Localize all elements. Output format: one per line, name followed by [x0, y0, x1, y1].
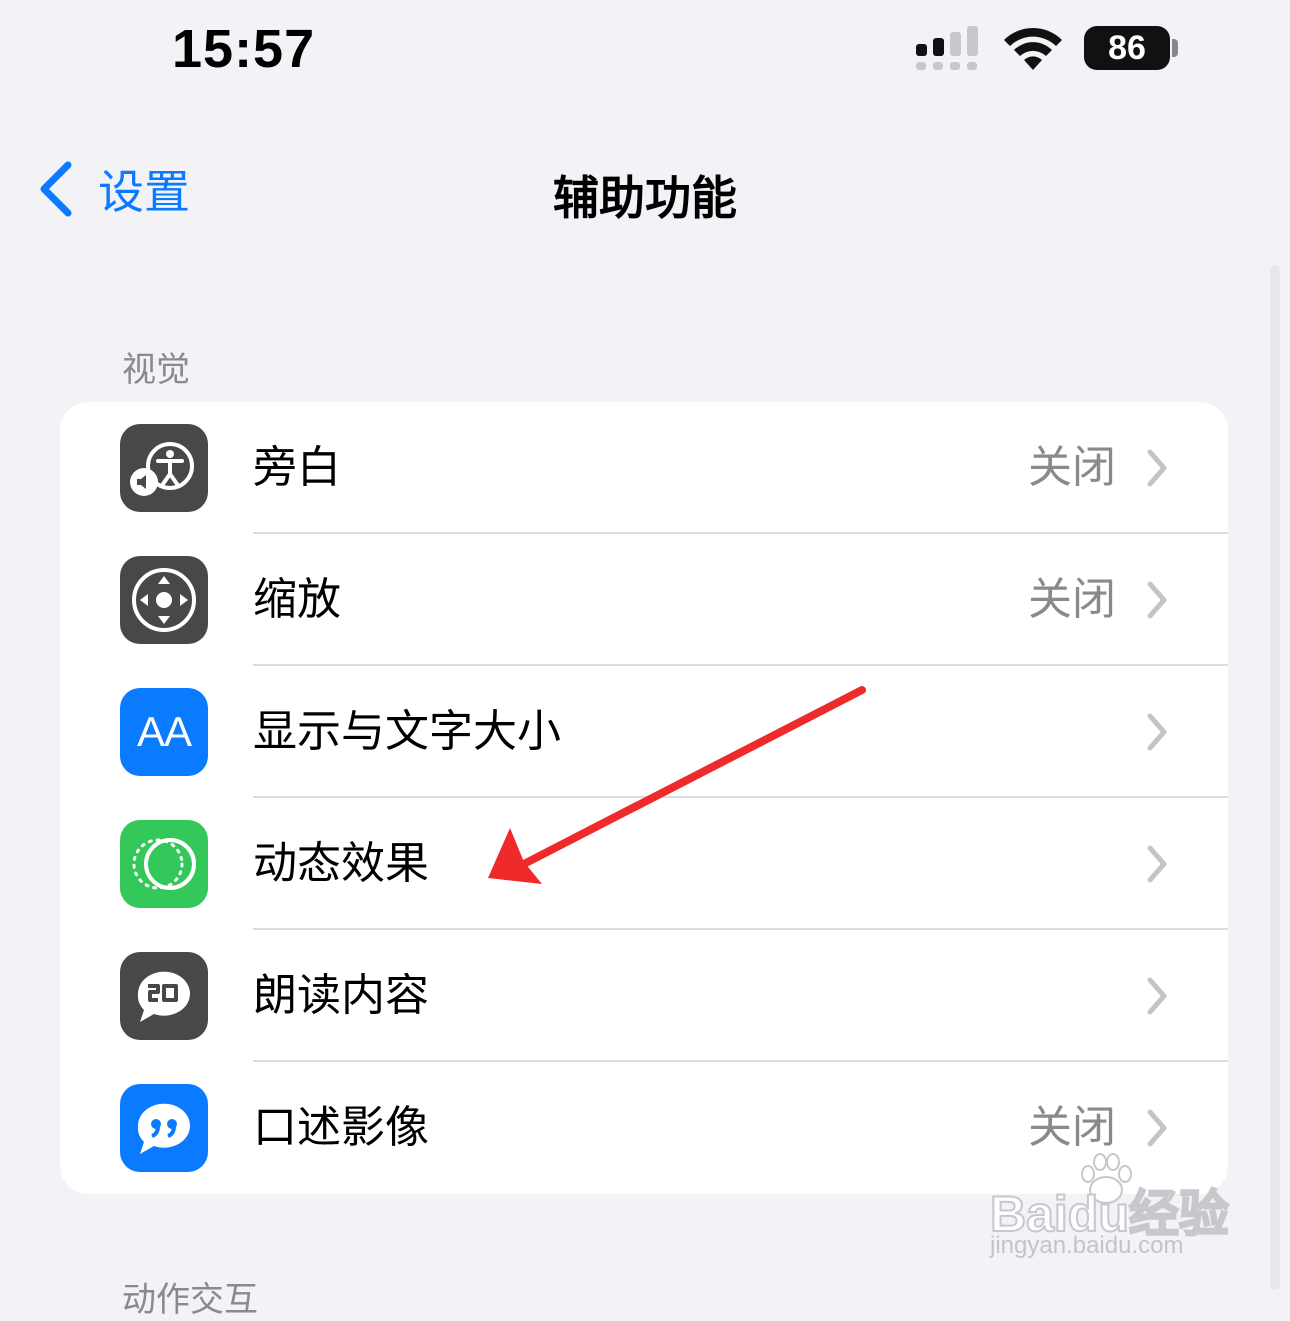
row-motion[interactable]: 动态效果: [60, 798, 1228, 930]
chevron-right-icon: [1147, 713, 1167, 751]
section-header-vision: 视觉: [122, 350, 190, 390]
row-zoom[interactable]: 缩放 关闭: [60, 534, 1228, 666]
chevron-right-icon: [1147, 1109, 1167, 1147]
row-value: 关闭: [1028, 1102, 1116, 1153]
voiceover-icon: [120, 424, 208, 512]
wifi-icon: [1004, 27, 1062, 70]
page-title: 辅助功能: [553, 171, 737, 225]
vision-settings-list: 旁白 关闭 缩放 关闭 AA 显示与文字大小 动态效果 朗读内容 口述影像 关闭: [60, 402, 1228, 1194]
chevron-right-icon: [1147, 581, 1167, 619]
row-label: 缩放: [253, 574, 341, 625]
audio-descriptions-icon: [120, 1084, 208, 1172]
zoom-icon: [120, 556, 208, 644]
row-spoken-content[interactable]: 朗读内容: [60, 930, 1228, 1062]
watermark-url: jingyan.baidu.com: [990, 1232, 1184, 1259]
row-label: 口述影像: [253, 1102, 429, 1153]
scrollbar[interactable]: [1270, 265, 1280, 1290]
spoken-content-icon: [120, 952, 208, 1040]
row-display-text-size[interactable]: AA 显示与文字大小: [60, 666, 1228, 798]
motion-icon: [120, 820, 208, 908]
cellular-signal-icon: [916, 26, 978, 70]
text-size-icon: AA: [120, 688, 208, 776]
row-value: 关闭: [1028, 442, 1116, 493]
navigation-bar: 设置 辅助功能: [0, 130, 1290, 250]
chevron-right-icon: [1147, 449, 1167, 487]
chevron-right-icon: [1147, 977, 1167, 1015]
row-label: 显示与文字大小: [253, 706, 561, 757]
row-value: 关闭: [1028, 574, 1116, 625]
status-bar: 15:57 86: [0, 0, 1290, 110]
row-label: 动态效果: [253, 838, 429, 889]
section-header-interaction: 动作交互: [122, 1280, 258, 1320]
battery-cap: [1172, 39, 1178, 57]
chevron-right-icon: [1147, 845, 1167, 883]
status-time: 15:57: [172, 19, 316, 79]
row-label: 旁白: [253, 442, 341, 493]
row-voiceover[interactable]: 旁白 关闭: [60, 402, 1228, 534]
battery-icon: 86: [1084, 26, 1170, 70]
text-size-glyph: AA: [136, 708, 192, 755]
baidu-watermark: Baidu经验 jingyan.baidu.com: [989, 1152, 1230, 1262]
row-label: 朗读内容: [253, 970, 429, 1021]
battery-level: 86: [1108, 29, 1146, 67]
